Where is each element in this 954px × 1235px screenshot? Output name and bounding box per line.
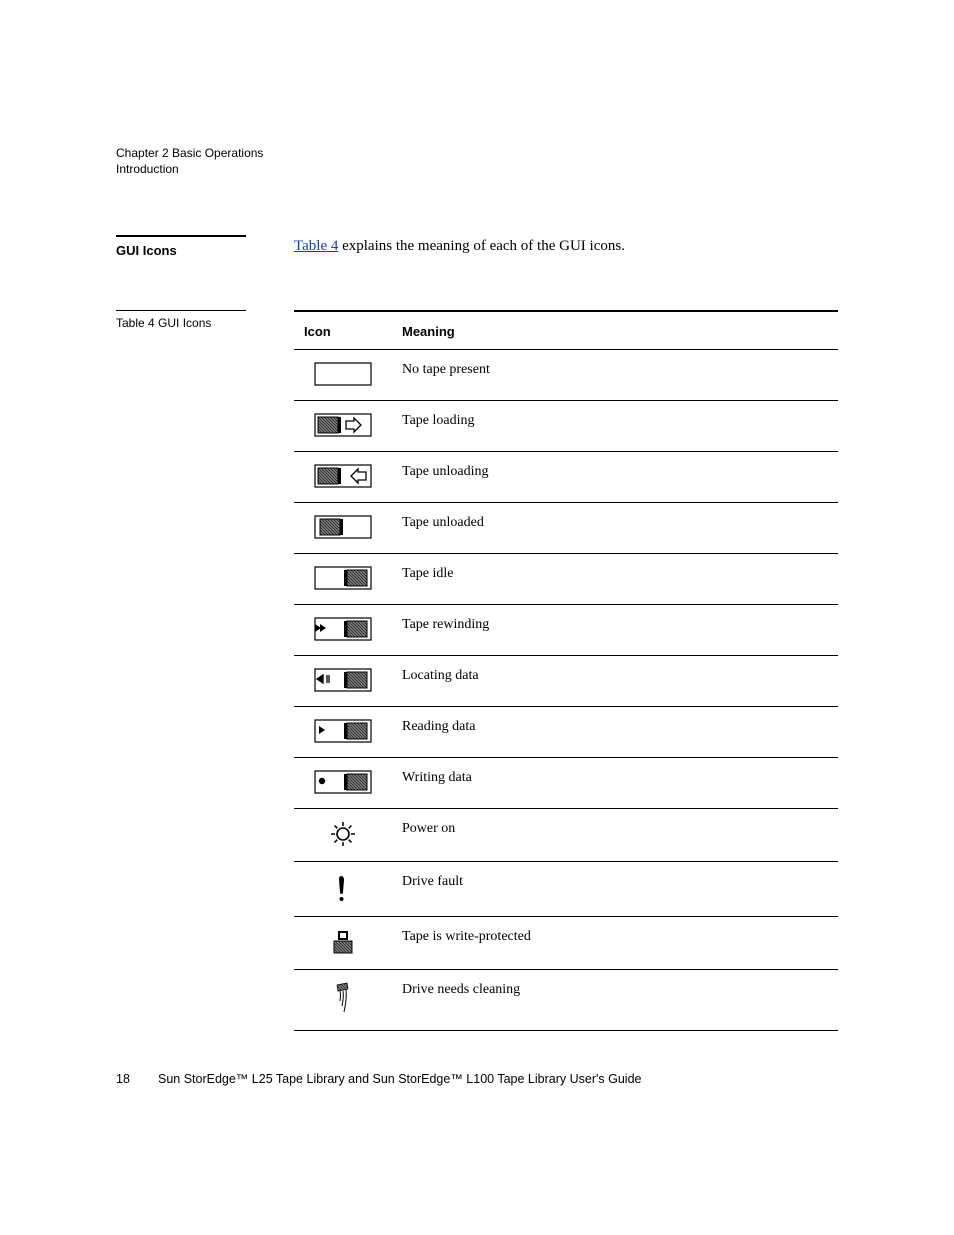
locating-data-icon [294,656,392,707]
icon-meaning: Reading data [392,707,838,758]
icon-meaning: Tape unloaded [392,503,838,554]
icon-meaning: Tape loading [392,401,838,452]
icon-meaning: Drive fault [392,862,838,917]
table-row: Tape idle [294,554,838,605]
icon-meaning: Locating data [392,656,838,707]
icon-meaning: Tape is write-protected [392,917,838,970]
icon-meaning: Writing data [392,758,838,809]
table-row: Writing data [294,758,838,809]
write-protected-icon [294,917,392,970]
tape-unloading-icon [294,452,392,503]
table-row: No tape present [294,350,838,401]
icon-meaning: Drive needs cleaning [392,970,838,1031]
col-header-icon: Icon [294,311,392,350]
no-tape-icon [294,350,392,401]
icon-meaning: Tape rewinding [392,605,838,656]
side-heading: GUI Icons [116,243,246,258]
tape-loading-icon [294,401,392,452]
page-footer: 18Sun StorEdge™ L25 Tape Library and Sun… [116,1072,641,1086]
table-row: Tape unloaded [294,503,838,554]
tape-idle-icon [294,554,392,605]
table-xref-link[interactable]: Table 4 [294,238,338,254]
icon-meaning: Tape unloading [392,452,838,503]
table-row: Drive needs cleaning [294,970,838,1031]
table-row: Tape is write-protected [294,917,838,970]
needs-cleaning-icon [294,970,392,1031]
icon-meaning: No tape present [392,350,838,401]
running-header: Chapter 2 Basic Operations Introduction [116,145,838,177]
icon-meaning: Power on [392,809,838,862]
col-header-meaning: Meaning [392,311,838,350]
writing-data-icon [294,758,392,809]
gui-icons-table: Icon Meaning No tape present Tape loadin… [294,310,838,1031]
table-caption: Table 4 GUI Icons [116,316,276,330]
table-row: Tape rewinding [294,605,838,656]
icon-meaning: Tape idle [392,554,838,605]
table-row: Reading data [294,707,838,758]
table-row: Tape loading [294,401,838,452]
table-row: Tape unloading [294,452,838,503]
intro-text: Table 4 explains the meaning of each of … [294,235,838,258]
table-row: Locating data [294,656,838,707]
table-row: Drive fault [294,862,838,917]
reading-data-icon [294,707,392,758]
drive-fault-icon [294,862,392,917]
tape-unloaded-icon [294,503,392,554]
tape-rewinding-icon [294,605,392,656]
power-on-icon [294,809,392,862]
table-row: Power on [294,809,838,862]
